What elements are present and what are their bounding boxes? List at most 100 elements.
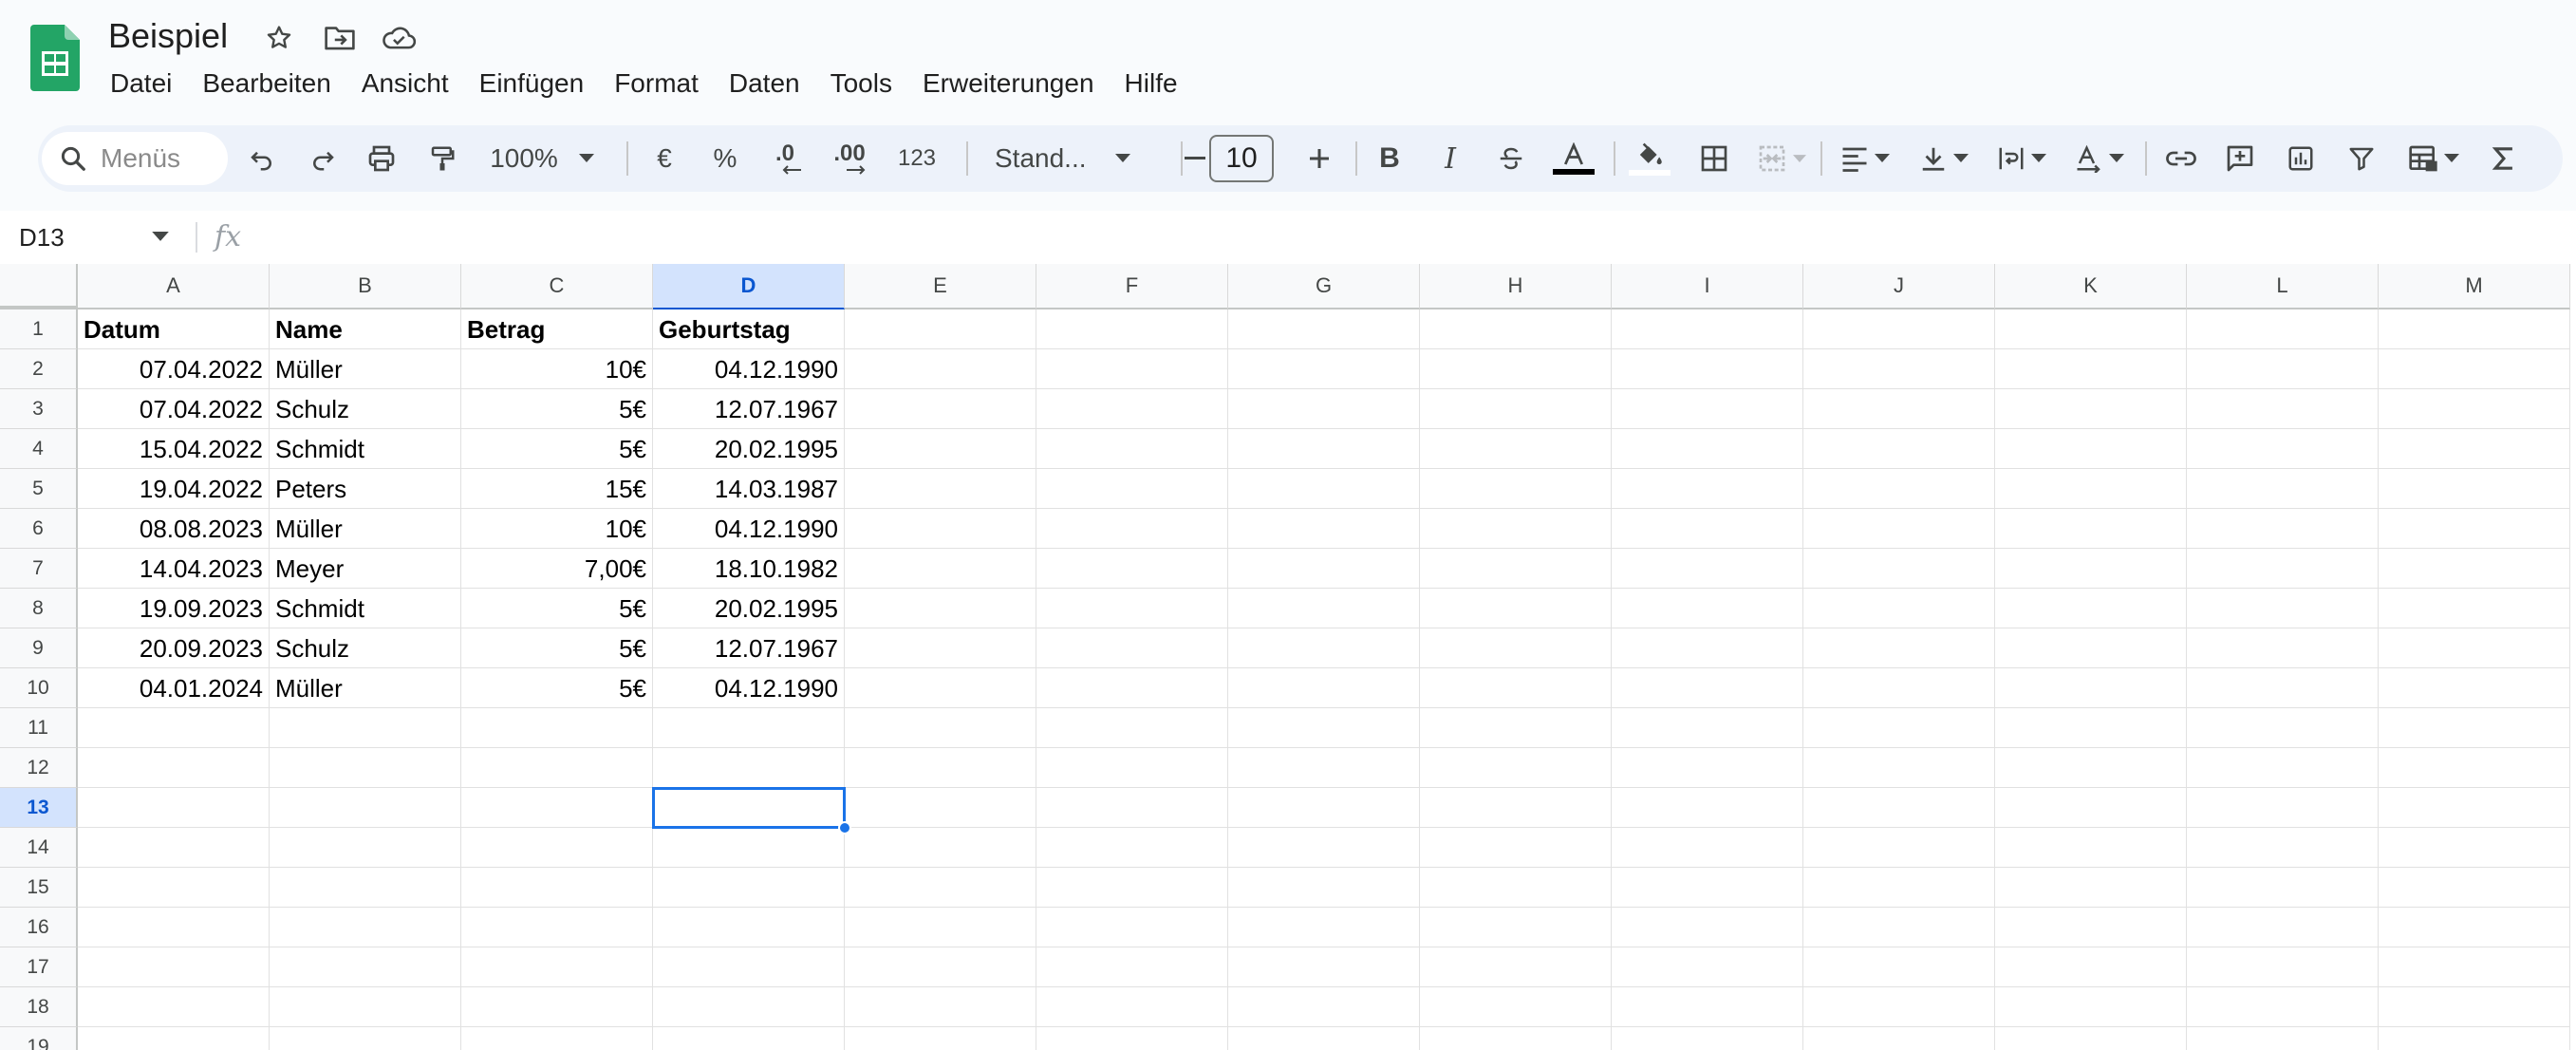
cell-j15[interactable] — [1803, 868, 1995, 908]
cell-a9[interactable]: 20.09.2023 — [78, 628, 270, 668]
cell-d6[interactable]: 04.12.1990 — [653, 509, 845, 549]
cell-i14[interactable] — [1612, 828, 1803, 868]
cell-i7[interactable] — [1612, 549, 1803, 589]
cell-d5[interactable]: 14.03.1987 — [653, 469, 845, 509]
italic-button[interactable]: I — [1428, 125, 1473, 192]
cell-c8[interactable]: 5€ — [461, 589, 653, 628]
cell-l10[interactable] — [2187, 668, 2379, 708]
cell-g3[interactable] — [1228, 389, 1420, 429]
cell-k1[interactable] — [1995, 309, 2187, 349]
insert-comment-icon[interactable] — [2215, 125, 2265, 192]
cell-f8[interactable] — [1036, 589, 1228, 628]
cell-m4[interactable] — [2379, 429, 2570, 469]
cell-h17[interactable] — [1420, 947, 1612, 987]
cell-c5[interactable]: 15€ — [461, 469, 653, 509]
cell-h10[interactable] — [1420, 668, 1612, 708]
cell-h19[interactable] — [1420, 1027, 1612, 1050]
cell-l8[interactable] — [2187, 589, 2379, 628]
cell-h4[interactable] — [1420, 429, 1612, 469]
select-all-corner[interactable] — [0, 264, 78, 309]
cell-a10[interactable]: 04.01.2024 — [78, 668, 270, 708]
cell-k10[interactable] — [1995, 668, 2187, 708]
cell-m1[interactable] — [2379, 309, 2570, 349]
cell-l18[interactable] — [2187, 987, 2379, 1027]
cell-g1[interactable] — [1228, 309, 1420, 349]
fill-handle[interactable] — [838, 821, 851, 834]
column-header-c[interactable]: C — [461, 264, 653, 309]
cell-m13[interactable] — [2379, 788, 2570, 828]
cell-b8[interactable]: Schmidt — [270, 589, 461, 628]
cell-i12[interactable] — [1612, 748, 1803, 788]
sheets-logo-icon[interactable] — [30, 25, 80, 91]
cell-i17[interactable] — [1612, 947, 1803, 987]
cell-h1[interactable] — [1420, 309, 1612, 349]
paint-format-icon[interactable] — [420, 125, 465, 192]
cell-k6[interactable] — [1995, 509, 2187, 549]
cell-l2[interactable] — [2187, 349, 2379, 389]
cell-l13[interactable] — [2187, 788, 2379, 828]
cell-e7[interactable] — [845, 549, 1036, 589]
cell-b6[interactable]: Müller — [270, 509, 461, 549]
cell-l11[interactable] — [2187, 708, 2379, 748]
cell-d19[interactable] — [653, 1027, 845, 1050]
cell-a4[interactable]: 15.04.2022 — [78, 429, 270, 469]
name-box-dropdown-icon[interactable] — [152, 232, 169, 242]
cell-d7[interactable]: 18.10.1982 — [653, 549, 845, 589]
cell-d14[interactable] — [653, 828, 845, 868]
cell-j3[interactable] — [1803, 389, 1995, 429]
cell-a17[interactable] — [78, 947, 270, 987]
fill-color-button[interactable] — [1625, 125, 1674, 192]
cell-c10[interactable]: 5€ — [461, 668, 653, 708]
row-header-15[interactable]: 15 — [0, 868, 78, 908]
cell-f13[interactable] — [1036, 788, 1228, 828]
filter-icon[interactable] — [2337, 125, 2386, 192]
cell-b13[interactable] — [270, 788, 461, 828]
cell-b16[interactable] — [270, 908, 461, 947]
cell-l12[interactable] — [2187, 748, 2379, 788]
column-header-j[interactable]: J — [1803, 264, 1995, 309]
cell-m12[interactable] — [2379, 748, 2570, 788]
increase-decimal-button[interactable]: .00 — [822, 125, 877, 192]
cell-k7[interactable] — [1995, 549, 2187, 589]
cell-h3[interactable] — [1420, 389, 1612, 429]
cell-a12[interactable] — [78, 748, 270, 788]
cell-a18[interactable] — [78, 987, 270, 1027]
cell-l4[interactable] — [2187, 429, 2379, 469]
cell-c9[interactable]: 5€ — [461, 628, 653, 668]
formula-input[interactable] — [266, 211, 2544, 264]
row-header-17[interactable]: 17 — [0, 947, 78, 987]
row-header-9[interactable]: 9 — [0, 628, 78, 668]
insert-link-icon[interactable] — [2156, 125, 2206, 192]
cell-d9[interactable]: 12.07.1967 — [653, 628, 845, 668]
cell-c19[interactable] — [461, 1027, 653, 1050]
cell-a11[interactable] — [78, 708, 270, 748]
cell-l7[interactable] — [2187, 549, 2379, 589]
cell-f7[interactable] — [1036, 549, 1228, 589]
cell-j13[interactable] — [1803, 788, 1995, 828]
cell-a19[interactable] — [78, 1027, 270, 1050]
cell-g7[interactable] — [1228, 549, 1420, 589]
cell-j14[interactable] — [1803, 828, 1995, 868]
cell-l17[interactable] — [2187, 947, 2379, 987]
cell-j6[interactable] — [1803, 509, 1995, 549]
insert-chart-icon[interactable] — [2276, 125, 2325, 192]
cell-b11[interactable] — [270, 708, 461, 748]
menu-format[interactable]: Format — [599, 63, 714, 104]
cell-l1[interactable] — [2187, 309, 2379, 349]
cell-c14[interactable] — [461, 828, 653, 868]
row-header-4[interactable]: 4 — [0, 429, 78, 469]
cell-c16[interactable] — [461, 908, 653, 947]
cell-b1[interactable]: Name — [270, 309, 461, 349]
cell-f2[interactable] — [1036, 349, 1228, 389]
row-header-5[interactable]: 5 — [0, 469, 78, 509]
menu-ansicht[interactable]: Ansicht — [346, 63, 464, 104]
menu-tools[interactable]: Tools — [815, 63, 907, 104]
cell-b12[interactable] — [270, 748, 461, 788]
cell-d10[interactable]: 04.12.1990 — [653, 668, 845, 708]
cell-d3[interactable]: 12.07.1967 — [653, 389, 845, 429]
cell-c18[interactable] — [461, 987, 653, 1027]
cell-k19[interactable] — [1995, 1027, 2187, 1050]
cell-m16[interactable] — [2379, 908, 2570, 947]
undo-icon[interactable] — [239, 125, 285, 192]
cell-i18[interactable] — [1612, 987, 1803, 1027]
